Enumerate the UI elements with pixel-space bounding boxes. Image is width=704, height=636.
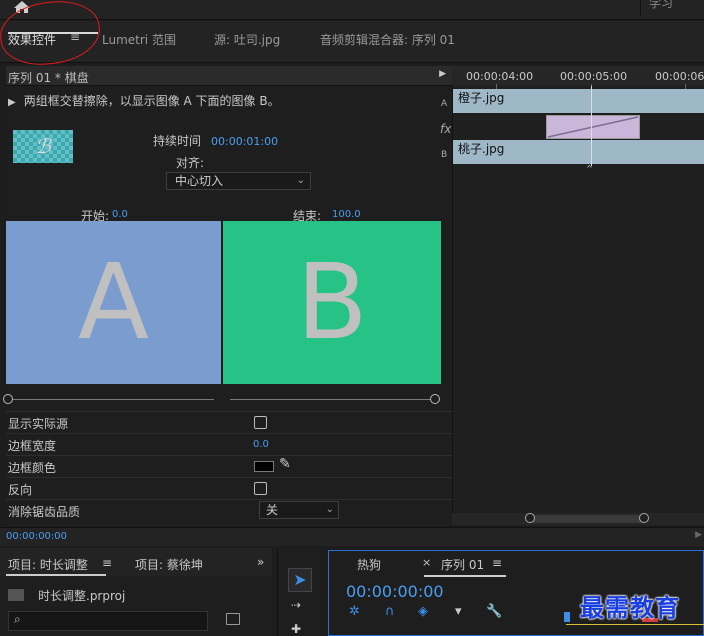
expand-arrow-icon[interactable]: ▶ bbox=[8, 97, 16, 108]
alignment-value: 中心切入 bbox=[175, 174, 224, 188]
border-width-value[interactable]: 0.0 bbox=[253, 439, 269, 450]
anti-aliasing-value: 关 bbox=[266, 503, 279, 517]
timeline-ruler[interactable]: 00:00:04:00 00:00:05:00 00:00:06 bbox=[452, 66, 704, 90]
selection-tool-icon[interactable]: ➤ bbox=[288, 568, 312, 592]
scrollbar-handle-right[interactable] bbox=[639, 513, 649, 523]
panel-tab-bar: 效果控件 ≡ Lumetri 范围 源: 吐司.jpg 音频剪辑混合器: 序列 … bbox=[0, 21, 704, 63]
end-slider-track[interactable] bbox=[230, 399, 430, 400]
effect-sequence-title: 序列 01 * 棋盘 bbox=[8, 71, 89, 85]
prop-label: 边框颜色 bbox=[8, 461, 57, 475]
tab-menu-icon[interactable]: ≡ bbox=[492, 556, 502, 570]
end-value[interactable]: 100.0 bbox=[332, 209, 361, 220]
scrollbar-thumb[interactable] bbox=[530, 515, 644, 523]
playhead-caret-icon: ^ bbox=[586, 164, 593, 173]
tab-menu-icon[interactable]: ≡ bbox=[102, 556, 112, 570]
chevron-down-icon: ⌄ bbox=[296, 175, 305, 186]
duration-label: 持续时间 bbox=[153, 134, 202, 148]
effect-header: 序列 01 * 棋盘 ▶ bbox=[6, 66, 452, 86]
ruler-tick: 00:00:05:00 bbox=[560, 70, 628, 83]
duration-value[interactable]: 00:00:01:00 bbox=[211, 135, 278, 148]
project-tabs: 项目: 时长调整 ≡ 项目: 蔡徐坤 bbox=[0, 548, 272, 576]
alignment-label: 对齐: bbox=[176, 156, 205, 170]
prop-border-width: 边框宽度 0.0 bbox=[6, 433, 452, 455]
eyedropper-icon[interactable]: ✎ bbox=[279, 456, 291, 472]
effect-description: ▶ 两组框交替擦除，以显示图像 A 下面的图像 B。 bbox=[8, 92, 448, 109]
tab-project-cai[interactable]: 项目: 蔡徐坤 bbox=[135, 556, 203, 573]
project-file-name[interactable]: 时长调整.prproj bbox=[38, 587, 125, 604]
description-text: 两组框交替擦除，以显示图像 A 下面的图像 B。 bbox=[23, 94, 280, 108]
prop-label: 显示实际源 bbox=[8, 417, 69, 431]
play-arrow-icon[interactable]: ▶ bbox=[695, 530, 702, 540]
start-slider-handle[interactable] bbox=[3, 394, 13, 404]
border-color-swatch[interactable] bbox=[254, 461, 274, 472]
end-slider-handle[interactable] bbox=[430, 394, 440, 404]
preview-b-letter: B bbox=[296, 241, 368, 363]
new-bin-icon[interactable] bbox=[226, 613, 240, 625]
scrollbar-handle-left[interactable] bbox=[525, 513, 535, 523]
tab-lumetri-scopes[interactable]: Lumetri 范围 bbox=[102, 31, 176, 48]
tab-audio-clip-mixer[interactable]: 音频剪辑混合器: 序列 01 bbox=[320, 31, 455, 48]
close-icon[interactable]: × bbox=[422, 556, 431, 569]
ripple-edit-tool-icon[interactable]: ✚ bbox=[291, 622, 301, 636]
prop-label: 边框宽度 bbox=[8, 439, 57, 453]
more-panels-icon[interactable]: » bbox=[257, 555, 264, 569]
wrench-icon[interactable]: 🔧 bbox=[486, 604, 502, 619]
prop-show-actual-sources: 显示实际源 bbox=[6, 411, 452, 433]
checkerboard-icon: ℬ bbox=[35, 134, 51, 158]
preview-a-letter: A bbox=[77, 241, 150, 363]
ruler-tick: 00:00:04:00 bbox=[466, 70, 534, 83]
tab-hotdog[interactable]: 热狗 bbox=[357, 556, 381, 573]
ruler-tick: 00:00:06 bbox=[655, 70, 704, 83]
play-arrow-icon[interactable]: ▶ bbox=[439, 69, 446, 79]
preview-image-b: B bbox=[223, 221, 441, 384]
playhead[interactable] bbox=[591, 86, 592, 166]
chevron-down-icon: ⌄ bbox=[325, 504, 334, 515]
prop-label: 反向 bbox=[8, 483, 33, 497]
sequence-timecode[interactable]: 00:00:00:00 bbox=[346, 582, 444, 601]
active-tab-underline bbox=[424, 575, 506, 577]
add-marker-icon[interactable]: ◈ bbox=[418, 604, 428, 619]
sequence-playhead-marker[interactable] bbox=[564, 612, 570, 622]
watermark: 最需教育 bbox=[580, 593, 680, 622]
linked-selection-icon[interactable]: ∩ bbox=[385, 604, 395, 619]
project-file-icon bbox=[8, 589, 24, 601]
show-actual-sources-checkbox[interactable] bbox=[254, 416, 267, 429]
transition-diagonal bbox=[547, 116, 639, 138]
clip-track-a[interactable]: 橙子.jpg bbox=[453, 89, 704, 113]
clip-track-b[interactable]: 桃子.jpg bbox=[453, 140, 704, 164]
anti-aliasing-select[interactable]: 关 ⌄ bbox=[259, 501, 339, 519]
prop-anti-aliasing: 消除锯齿品质 关 ⌄ bbox=[6, 499, 452, 521]
top-bar bbox=[0, 0, 704, 20]
marker-icon[interactable]: ▾ bbox=[455, 604, 462, 619]
project-search-input[interactable] bbox=[8, 611, 208, 631]
track-select-tool-icon[interactable]: ⇢ bbox=[291, 598, 301, 612]
active-tab-underline bbox=[6, 574, 106, 576]
effect-controls-timecode[interactable]: 00:00:00:00 bbox=[6, 531, 67, 542]
search-icon: ⌕ bbox=[14, 612, 21, 626]
alignment-select[interactable]: 中心切入 ⌄ bbox=[166, 172, 311, 190]
start-slider-track[interactable] bbox=[10, 399, 214, 400]
tab-sequence-01[interactable]: 序列 01 bbox=[441, 556, 484, 573]
track-b-label: B bbox=[441, 150, 448, 160]
tab-project-duration[interactable]: 项目: 时长调整 bbox=[8, 556, 88, 573]
reverse-checkbox[interactable] bbox=[254, 482, 267, 495]
track-a-label: A bbox=[441, 99, 448, 109]
snap-icon[interactable]: ✲ bbox=[349, 604, 360, 619]
preview-image-a: A bbox=[6, 221, 221, 384]
effect-controls-time-bar: 00:00:00:00 ▶ bbox=[0, 527, 704, 546]
learn-tab[interactable]: 学习 bbox=[640, 0, 704, 16]
prop-label: 消除锯齿品质 bbox=[8, 505, 81, 519]
fx-icon: fx bbox=[440, 122, 452, 136]
prop-border-color: 边框颜色 ✎ bbox=[6, 455, 452, 477]
tab-source[interactable]: 源: 吐司.jpg bbox=[214, 31, 280, 48]
prop-reverse: 反向 bbox=[6, 477, 452, 499]
start-value[interactable]: 0.0 bbox=[112, 209, 128, 220]
render-bar-yellow bbox=[566, 624, 704, 625]
